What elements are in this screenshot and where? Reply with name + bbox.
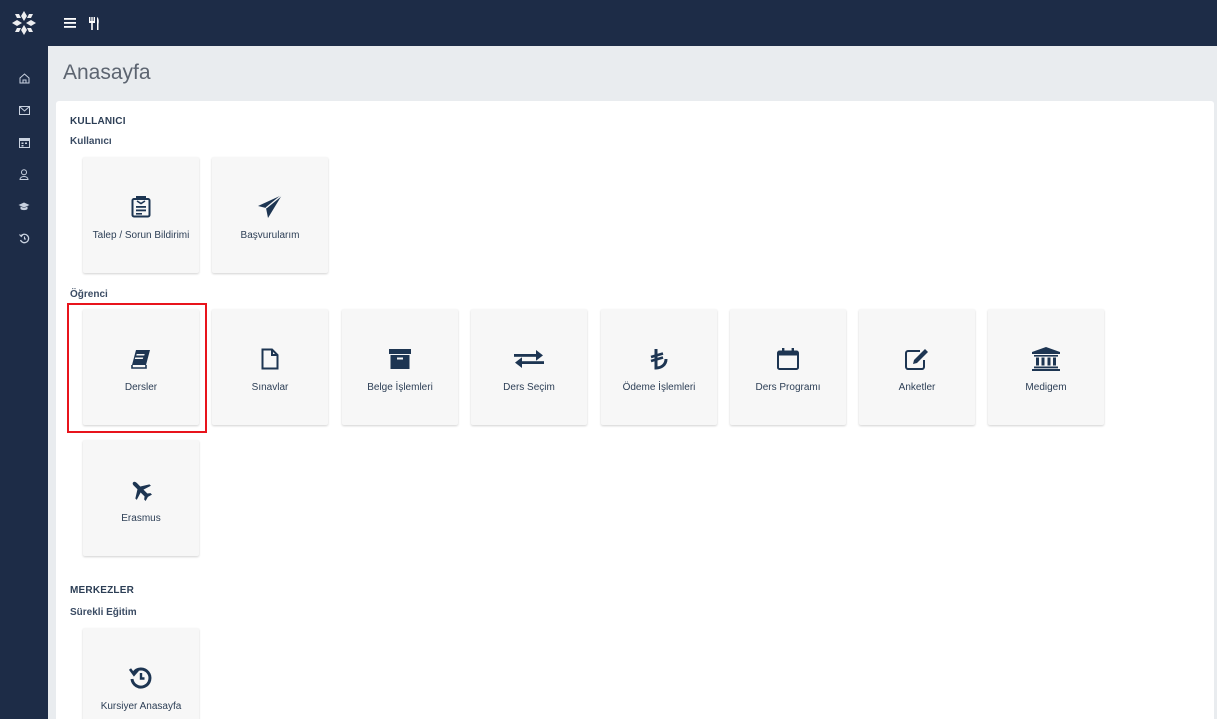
tile-talep-sorun[interactable]: Talep / Sorun Bildirimi xyxy=(83,157,199,273)
sidebar-item-history[interactable] xyxy=(0,222,48,254)
tile-label: Belge İşlemleri xyxy=(367,382,433,393)
history-icon xyxy=(129,662,153,694)
clipboard-list-icon xyxy=(131,191,151,223)
graduation-cap-icon xyxy=(18,202,30,210)
top-navbar xyxy=(0,0,1217,46)
tile-label: Kursiyer Anasayfa xyxy=(100,701,182,712)
book-icon xyxy=(131,343,151,375)
section-title-merkezler: MERKEZLER xyxy=(70,585,135,596)
tile-odeme-islemleri[interactable]: Ödeme İşlemleri xyxy=(601,309,717,425)
hamburger-icon[interactable] xyxy=(64,18,76,28)
group-title-surekli-egitim: Sürekli Eğitim xyxy=(70,607,137,618)
tile-basvurularim[interactable]: Başvurularım xyxy=(212,157,328,273)
sidebar-item-education[interactable] xyxy=(0,190,48,222)
sidebar-item-calendar[interactable] xyxy=(0,126,48,158)
user-icon xyxy=(19,168,29,180)
sidebar-item-home[interactable] xyxy=(0,62,48,94)
lira-icon xyxy=(650,343,668,375)
tile-label: Ödeme İşlemleri xyxy=(622,382,696,393)
plane-icon xyxy=(129,474,153,506)
tile-erasmus[interactable]: Erasmus xyxy=(83,440,199,556)
tile-ders-secim[interactable]: Ders Seçim xyxy=(471,309,587,425)
tile-label: Ders Seçim xyxy=(503,382,555,393)
sidebar xyxy=(0,46,48,719)
group-title-kullanici: Kullanıcı xyxy=(70,136,112,147)
edit-icon xyxy=(905,343,929,375)
tile-sinavlar[interactable]: Sınavlar xyxy=(212,309,328,425)
content-panel: KULLANICI Kullanıcı Talep / Sorun Bildir… xyxy=(56,101,1214,719)
university-logo[interactable] xyxy=(0,0,48,46)
tile-label: Başvurularım xyxy=(240,230,300,241)
history-icon xyxy=(18,233,29,243)
calendar-icon xyxy=(18,137,30,148)
tile-label: Talep / Sorun Bildirimi xyxy=(92,230,190,241)
tile-label: Anketler xyxy=(898,382,936,393)
tile-label: Dersler xyxy=(124,382,158,393)
tile-belge-islemleri[interactable]: Belge İşlemleri xyxy=(342,309,458,425)
tile-ders-programi[interactable]: Ders Programı xyxy=(730,309,846,425)
sidebar-item-user[interactable] xyxy=(0,158,48,190)
sidebar-item-mail[interactable] xyxy=(0,94,48,126)
tile-label: Erasmus xyxy=(121,513,161,524)
tile-anketler[interactable]: Anketler xyxy=(859,309,975,425)
page-title: Anasayfa xyxy=(63,61,151,84)
tile-label: Medigem xyxy=(1025,382,1067,393)
tile-label: Ders Programı xyxy=(755,382,821,393)
university-icon xyxy=(1032,343,1060,375)
calendar-icon xyxy=(777,343,799,375)
cutlery-icon[interactable] xyxy=(88,16,100,30)
page-header: Anasayfa xyxy=(48,46,1217,100)
section-title-kullanici: KULLANICI xyxy=(70,116,126,127)
paper-plane-icon xyxy=(257,191,283,223)
mail-icon xyxy=(18,105,30,115)
tile-medigem[interactable]: Medigem xyxy=(988,309,1104,425)
tile-dersler[interactable]: Dersler xyxy=(83,309,199,425)
file-icon xyxy=(261,343,279,375)
tile-kursiyer-anasayfa[interactable]: Kursiyer Anasayfa xyxy=(83,628,199,719)
archive-icon xyxy=(389,343,411,375)
home-icon xyxy=(19,72,29,83)
exchange-icon xyxy=(514,343,544,375)
group-title-ogrenci: Öğrenci xyxy=(70,289,108,300)
tile-label: Sınavlar xyxy=(251,382,289,393)
